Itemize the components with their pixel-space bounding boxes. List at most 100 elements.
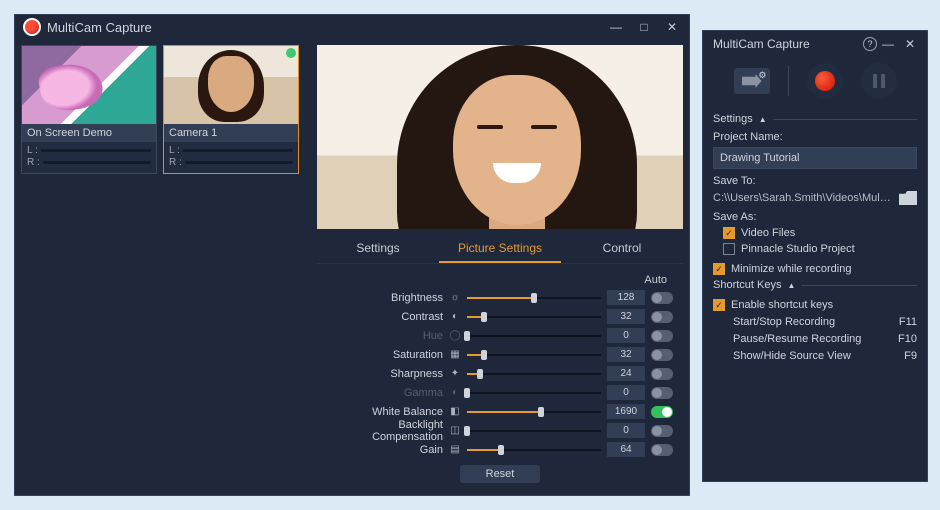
- property-icon: ◧: [449, 406, 461, 418]
- slider-row-gamma: Gamma ◐ 0: [327, 383, 673, 402]
- auto-toggle[interactable]: [651, 292, 673, 304]
- slider-row-backlight-compensation: Backlight Compensation◫0: [327, 421, 673, 440]
- project-name-label: Project Name:: [713, 131, 917, 143]
- property-icon: ✦: [449, 368, 461, 380]
- tab-picture-settings[interactable]: Picture Settings: [439, 235, 561, 263]
- recording-controls: ⚙: [703, 57, 927, 109]
- source-label: On Screen Demo: [22, 124, 156, 142]
- property-icon: ▦: [449, 349, 461, 361]
- auto-toggle[interactable]: [651, 349, 673, 361]
- minimize-button[interactable]: —: [605, 18, 627, 36]
- property-icon: ◐: [449, 387, 461, 399]
- slider-track[interactable]: [467, 443, 601, 457]
- checkbox-icon: [723, 227, 735, 239]
- shortcut-key: F10: [898, 333, 917, 345]
- close-button[interactable]: ✕: [661, 18, 683, 36]
- source-tile-screen[interactable]: On Screen Demo L : R :: [21, 45, 157, 174]
- auto-toggle[interactable]: [651, 444, 673, 456]
- shortcut-label: Show/Hide Source View: [733, 350, 851, 362]
- side-title: MultiCam Capture: [713, 37, 863, 51]
- slider-label: Saturation: [327, 349, 443, 361]
- live-preview: [317, 45, 683, 229]
- browse-folder-button[interactable]: [899, 191, 917, 205]
- property-icon: ◯: [449, 330, 461, 342]
- slider-track[interactable]: [467, 310, 601, 324]
- slider-value[interactable]: 24: [607, 366, 645, 381]
- reset-button[interactable]: Reset: [460, 465, 541, 483]
- main-window: MultiCam Capture — □ ✕ On Screen Demo L …: [14, 14, 690, 496]
- slider-value[interactable]: 128: [607, 290, 645, 305]
- auto-toggle[interactable]: [651, 425, 673, 437]
- app-logo-icon: [23, 18, 41, 36]
- slider-row-gain: Gain ▤ 64: [327, 440, 673, 459]
- slider-label: Gain: [327, 444, 443, 456]
- side-close-button[interactable]: ✕: [899, 35, 921, 53]
- enable-shortcut-keys[interactable]: Enable shortcut keys: [713, 299, 917, 311]
- pause-button[interactable]: [861, 63, 897, 99]
- maximize-button[interactable]: □: [633, 18, 655, 36]
- shortcuts-section-header[interactable]: Shortcut Keys▲: [713, 279, 917, 291]
- app-title: MultiCam Capture: [47, 20, 605, 35]
- slider-value[interactable]: 0: [607, 385, 645, 400]
- slider-track: [467, 329, 601, 343]
- source-thumbnails: On Screen Demo L : R : Camera 1 L :: [21, 45, 311, 174]
- property-icon: ▤: [449, 444, 461, 456]
- slider-label: Sharpness: [327, 368, 443, 380]
- slider-label: Hue: [327, 330, 443, 342]
- side-minimize-button[interactable]: —: [877, 35, 899, 53]
- slider-label: Gamma: [327, 387, 443, 399]
- checkbox-icon: [713, 299, 725, 311]
- shortcut-label: Start/Stop Recording: [733, 316, 835, 328]
- shortcut-row: Show/Hide Source View F9: [733, 350, 917, 362]
- property-icon: ◫: [449, 425, 461, 437]
- shortcut-label: Pause/Resume Recording: [733, 333, 861, 345]
- status-dot-icon: [286, 48, 296, 58]
- save-as-pinnacle-project[interactable]: Pinnacle Studio Project: [723, 243, 917, 255]
- auto-toggle[interactable]: [651, 387, 673, 399]
- tab-settings[interactable]: Settings: [317, 235, 439, 263]
- collapse-icon: ▲: [787, 281, 795, 290]
- slider-row-sharpness: Sharpness ✦ 24: [327, 364, 673, 383]
- slider-track: [467, 386, 601, 400]
- shortcut-key: F9: [904, 350, 917, 362]
- shortcut-row: Start/Stop RecordingF11: [733, 316, 917, 328]
- slider-label: Contrast: [327, 311, 443, 323]
- auto-column-label: Auto: [327, 272, 673, 288]
- slider-value[interactable]: 32: [607, 309, 645, 324]
- tab-control[interactable]: Control: [561, 235, 683, 263]
- source-tile-camera[interactable]: Camera 1 L : R :: [163, 45, 299, 174]
- save-as-label: Save As:: [713, 211, 917, 223]
- auto-toggle[interactable]: [651, 311, 673, 323]
- shortcut-row: Pause/Resume Recording F10: [733, 333, 917, 345]
- slider-value[interactable]: 0: [607, 423, 645, 438]
- auto-toggle[interactable]: [651, 368, 673, 380]
- slider-track[interactable]: [467, 424, 601, 438]
- record-button[interactable]: [807, 63, 843, 99]
- project-name-input[interactable]: Drawing Tutorial: [713, 147, 917, 169]
- checkbox-icon: [713, 263, 725, 275]
- slider-label: Brightness: [327, 292, 443, 304]
- slider-track[interactable]: [467, 367, 601, 381]
- slider-value[interactable]: 0: [607, 328, 645, 343]
- auto-toggle[interactable]: [651, 330, 673, 342]
- main-titlebar: MultiCam Capture — □ ✕: [15, 15, 689, 39]
- slider-value[interactable]: 32: [607, 347, 645, 362]
- sources-config-button[interactable]: ⚙: [734, 68, 770, 94]
- help-button[interactable]: ?: [863, 37, 877, 51]
- gear-icon: ⚙: [758, 70, 766, 81]
- auto-toggle[interactable]: [651, 406, 673, 418]
- separator: [788, 66, 789, 96]
- save-as-video-files[interactable]: Video Files: [723, 227, 917, 239]
- minimize-while-recording[interactable]: Minimize while recording: [713, 263, 917, 275]
- slider-track[interactable]: [467, 405, 601, 419]
- slider-label: White Balance: [327, 406, 443, 418]
- settings-section-header[interactable]: Settings▲: [713, 113, 917, 125]
- slider-track[interactable]: [467, 348, 601, 362]
- slider-value[interactable]: 1690: [607, 404, 645, 419]
- checkbox-icon: [723, 243, 735, 255]
- slider-track[interactable]: [467, 291, 601, 305]
- save-to-label: Save To:: [713, 175, 917, 187]
- source-label: Camera 1: [164, 124, 298, 142]
- settings-tabs: Settings Picture Settings Control: [317, 235, 683, 264]
- slider-value[interactable]: 64: [607, 442, 645, 457]
